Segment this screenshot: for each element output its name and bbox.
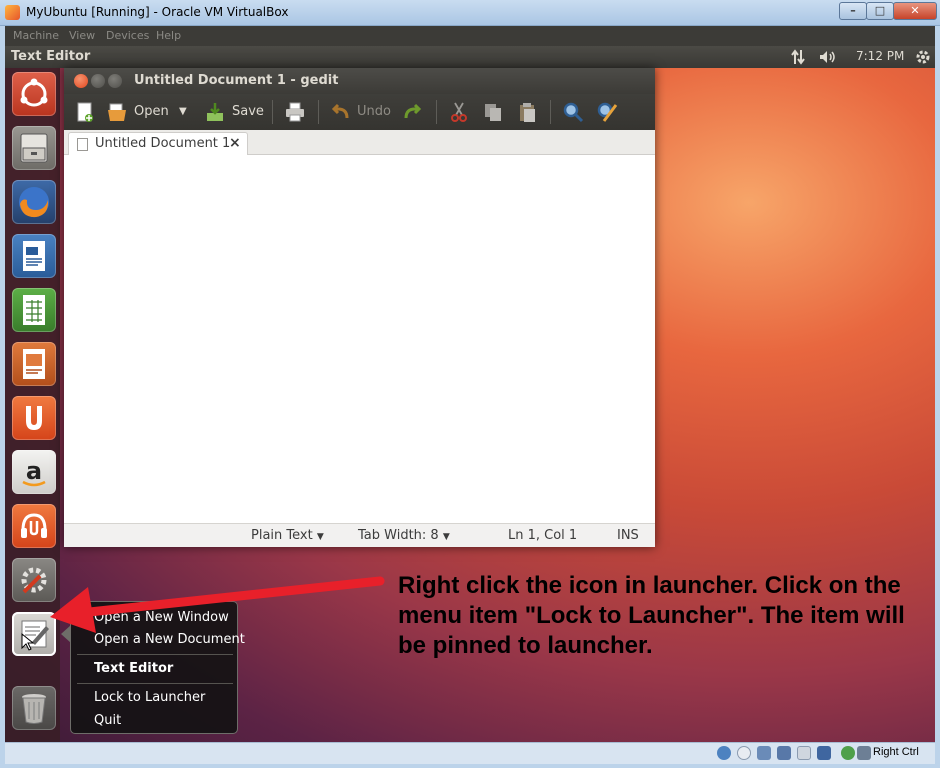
open-dropdown-arrow-icon[interactable]: ▼ [179, 106, 187, 117]
save-button[interactable]: Save [232, 104, 264, 119]
copy-icon[interactable] [482, 101, 504, 123]
language-selector[interactable]: Plain Text ▼ [251, 528, 324, 543]
menu-separator [77, 683, 233, 684]
insert-mode: INS [617, 528, 639, 543]
gear-icon[interactable] [915, 49, 931, 65]
files-button[interactable] [12, 126, 56, 170]
amazon-button[interactable]: a [12, 450, 56, 494]
mouse-integration-icon[interactable] [841, 746, 855, 760]
menu-view[interactable]: View [69, 29, 95, 42]
ubuntu-logo-icon [20, 78, 48, 107]
file-cabinet-icon [20, 133, 48, 163]
music-headphones-icon [21, 513, 47, 538]
calc-button[interactable] [12, 288, 56, 332]
menu-item-lock-to-launcher[interactable]: Lock to Launcher [94, 690, 205, 705]
network-icon[interactable] [791, 49, 805, 65]
tab-width-label: Tab Width: 8 [358, 528, 439, 543]
text-editing-area[interactable] [64, 155, 655, 523]
print-icon[interactable] [284, 101, 306, 123]
document-icon [77, 138, 88, 151]
menu-devices[interactable]: Devices [106, 29, 149, 42]
panel-app-title[interactable]: Text Editor [11, 49, 90, 64]
display-icon[interactable] [817, 746, 831, 760]
shared-folders-icon[interactable] [797, 746, 811, 760]
gedit-window: Untitled Document 1 - gedit Open ▼ Save … [64, 68, 655, 547]
window-minimize-icon[interactable] [91, 74, 105, 88]
trash-icon [22, 694, 46, 724]
vbox-titlebar: MyUbuntu [Running] - Oracle VM VirtualBo… [0, 0, 940, 26]
trash-button[interactable] [12, 686, 56, 730]
save-icon[interactable] [204, 101, 226, 123]
usb-icon[interactable] [757, 746, 771, 760]
annotation-arrow [50, 576, 385, 633]
toolbar-separator [550, 100, 551, 124]
presentation-icon [23, 349, 45, 379]
keyboard-capture-icon[interactable] [857, 746, 871, 760]
menu-machine[interactable]: Machine [13, 29, 59, 42]
host-key-label: Right Ctrl [873, 746, 919, 758]
redo-icon[interactable] [402, 101, 424, 123]
document-writer-icon [23, 241, 45, 271]
window-maximize-icon[interactable] [108, 74, 122, 88]
cursor-position: Ln 1, Col 1 [508, 528, 578, 543]
toolbar-separator [436, 100, 437, 124]
menu-help[interactable]: Help [156, 29, 181, 42]
panel-clock[interactable]: 7:12 PM [856, 49, 904, 63]
new-document-icon[interactable] [74, 101, 96, 123]
paste-icon[interactable] [516, 101, 538, 123]
menu-item-quit[interactable]: Quit [94, 713, 121, 728]
open-button[interactable]: Open [134, 104, 169, 119]
hard-disk-icon[interactable] [717, 746, 731, 760]
ubuntu-top-panel: Text Editor 7:12 PM [5, 46, 935, 68]
close-button[interactable]: ✕ [893, 2, 937, 20]
amazon-icon: a [22, 457, 46, 487]
undo-button[interactable]: Undo [357, 104, 391, 119]
minimize-button[interactable]: – [839, 2, 867, 20]
optical-drive-icon[interactable] [737, 746, 751, 760]
vbox-menubar: Machine View Devices Help [5, 26, 935, 46]
document-tab[interactable]: Untitled Document 1 × [68, 132, 248, 156]
document-tab-label: Untitled Document 1 [95, 136, 231, 151]
volume-icon[interactable] [819, 50, 837, 64]
ubuntu-one-icon [26, 406, 42, 430]
document-tab-bar: Untitled Document 1 × [64, 130, 655, 156]
ubuntu-one-music-button[interactable] [12, 504, 56, 548]
firefox-icon [19, 187, 49, 218]
spreadsheet-icon [23, 295, 45, 325]
firefox-button[interactable] [12, 180, 56, 224]
virtualbox-icon [5, 5, 20, 20]
svg-text:a: a [26, 457, 42, 485]
dash-home-button[interactable] [12, 72, 56, 116]
vbox-statusbar: Right Ctrl [5, 742, 935, 764]
impress-button[interactable] [12, 342, 56, 386]
toolbar-separator [272, 100, 273, 124]
menu-item-text-editor[interactable]: Text Editor [94, 661, 173, 676]
open-folder-icon[interactable] [106, 101, 128, 123]
writer-button[interactable] [12, 234, 56, 278]
window-close-icon[interactable] [74, 74, 88, 88]
toolbar-separator [318, 100, 319, 124]
search-icon[interactable] [562, 101, 584, 123]
tab-close-icon[interactable]: × [229, 135, 241, 151]
chevron-down-icon: ▼ [442, 532, 450, 542]
cut-icon[interactable] [448, 101, 470, 123]
chevron-down-icon: ▼ [316, 532, 324, 542]
network-adapter-icon[interactable] [777, 746, 791, 760]
launcher: a [5, 68, 60, 742]
undo-icon[interactable] [329, 101, 351, 123]
annotation-text: Right click the icon in launcher. Click … [398, 572, 905, 659]
tab-width-selector[interactable]: Tab Width: 8 ▼ [358, 528, 450, 543]
find-replace-icon[interactable] [596, 101, 618, 123]
menu-separator [77, 654, 233, 655]
ubuntu-one-button[interactable] [12, 396, 56, 440]
gedit-titlebar[interactable]: Untitled Document 1 - gedit [64, 68, 655, 94]
vbox-window-title: MyUbuntu [Running] - Oracle VM VirtualBo… [26, 5, 289, 19]
gedit-toolbar: Open ▼ Save Undo [64, 94, 655, 130]
maximize-button[interactable]: □ [866, 2, 894, 20]
gedit-window-title: Untitled Document 1 - gedit [134, 73, 339, 88]
language-label: Plain Text [251, 528, 313, 543]
gedit-statusbar: Plain Text ▼ Tab Width: 8 ▼ Ln 1, Col 1 … [64, 523, 655, 547]
